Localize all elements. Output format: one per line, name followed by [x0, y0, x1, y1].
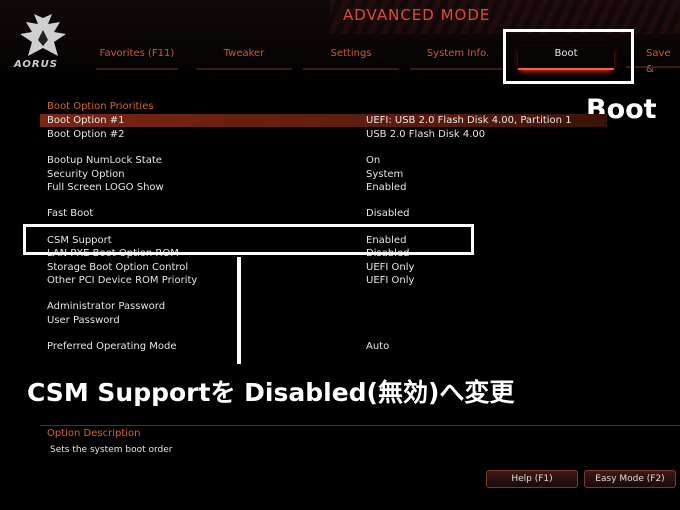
setting-label: Storage Boot Option Control [47, 262, 189, 273]
setting-label: User Password [47, 315, 120, 326]
setting-row-storage-boot[interactable]: Storage Boot Option Control UEFI Only [47, 261, 607, 274]
setting-label: Boot Option #2 [47, 129, 125, 140]
setting-row-security-option[interactable]: Security Option System [47, 168, 607, 181]
annotation-connector-line [237, 257, 241, 364]
setting-row-boot-option-1[interactable]: Boot Option #1 UEFI: USB 2.0 Flash Disk … [40, 114, 607, 127]
setting-label: Bootup NumLock State [47, 155, 162, 166]
setting-label: Fast Boot [47, 208, 94, 219]
tab-settings[interactable]: Settings [303, 46, 399, 70]
setting-value: UEFI Only [366, 275, 415, 286]
setting-value: System [366, 169, 404, 180]
setting-row-numlock[interactable]: Bootup NumLock State On [47, 154, 607, 167]
tab-favorites[interactable]: Favorites (F11) [96, 46, 178, 70]
setting-label: Administrator Password [47, 301, 166, 312]
setting-value: USB 2.0 Flash Disk 4.00 [366, 129, 486, 140]
section-title: Boot Option Priorities [47, 101, 154, 112]
setting-label: Boot Option #1 [47, 115, 125, 126]
setting-label: Other PCI Device ROM Priority [47, 275, 198, 286]
setting-label: Security Option [47, 169, 125, 180]
mode-title: ADVANCED MODE [343, 6, 491, 24]
setting-row-pci-rom[interactable]: Other PCI Device ROM Priority UEFI Only [47, 274, 607, 287]
setting-value: Disabled [366, 208, 410, 219]
setting-value: Auto [366, 341, 390, 352]
csm-instruction-label: CSM Supportを Disabled(無効)へ変更 [27, 378, 515, 407]
csm-support-highlight [23, 224, 474, 255]
setting-row-boot-option-2[interactable]: Boot Option #2 USB 2.0 Flash Disk 4.00 [47, 128, 607, 141]
boot-tab-highlight [503, 29, 634, 84]
setting-value: UEFI: USB 2.0 Flash Disk 4.00, Partition… [366, 115, 572, 126]
help-button[interactable]: Help (F1) [486, 470, 578, 488]
setting-row-user-password[interactable]: User Password [47, 314, 607, 327]
setting-label: Preferred Operating Mode [47, 341, 177, 352]
description-title: Option Description [47, 428, 141, 439]
easy-mode-button[interactable]: Easy Mode (F2) [584, 470, 676, 488]
setting-value: Enabled [366, 182, 407, 193]
tab-save-exit[interactable]: Save & [626, 46, 680, 75]
description-text: Sets the system boot order [50, 445, 173, 455]
setting-row-logo-show[interactable]: Full Screen LOGO Show Enabled [47, 181, 607, 194]
setting-label: Full Screen LOGO Show [47, 182, 164, 193]
tab-system-info[interactable]: System Info. [410, 46, 506, 70]
setting-value: UEFI Only [366, 262, 415, 273]
tab-tweaker[interactable]: Tweaker [196, 46, 292, 70]
setting-row-admin-password[interactable]: Administrator Password [47, 300, 607, 313]
setting-row-preferred-os-mode[interactable]: Preferred Operating Mode Auto [47, 340, 607, 353]
divider [40, 425, 680, 426]
setting-value: On [366, 155, 381, 166]
setting-row-fast-boot[interactable]: Fast Boot Disabled [47, 207, 607, 220]
